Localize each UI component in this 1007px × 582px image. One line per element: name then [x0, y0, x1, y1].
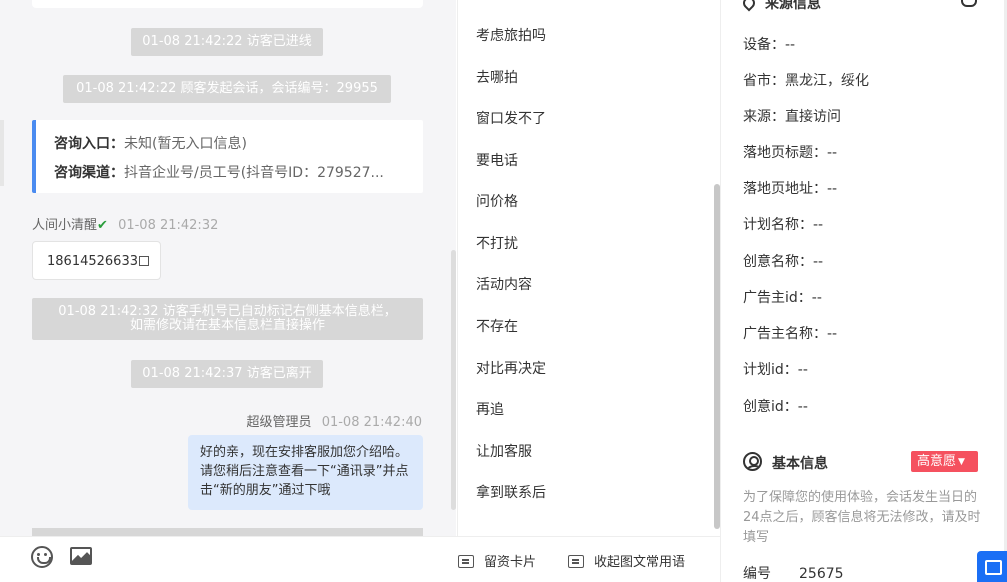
image-icon[interactable]	[70, 547, 92, 565]
agent-header: 超级管理员 01-08 21:42:40	[247, 411, 422, 430]
phrase-item[interactable]: 问价格	[476, 191, 518, 211]
phrase-item[interactable]: 考虑旅拍吗	[476, 25, 546, 45]
visitor-name: 人间小清醒	[32, 218, 98, 233]
source-section-title: 来源信息	[740, 0, 821, 13]
entry-label: 咨询入口：	[54, 136, 124, 152]
source-row: 计划名称：--	[743, 217, 824, 233]
phrase-item[interactable]: 让加客服	[476, 441, 532, 461]
app-root: 01-08 21:42:22 访客已进线 01-08 21:42:22 顾客发起…	[0, 0, 1007, 582]
source-row: 落地页地址：--	[743, 181, 838, 197]
emoji-icon[interactable]	[31, 546, 53, 568]
verified-check-icon: ✔	[97, 218, 108, 233]
customer-info-pane: 来源信息 设备：-- 省市：黑龙江，绥化 来源：直接访问 落地页标题：-- 落地…	[721, 0, 1007, 582]
source-row: 来源：直接访问	[743, 109, 841, 125]
location-icon	[740, 0, 758, 12]
customer-id-value: 25675	[799, 566, 844, 582]
system-message-line-1: 01-08 21:42:32 访客手机号已自动标记右侧基本信息栏，	[58, 304, 397, 319]
visitor-phone: 18614526633	[47, 254, 138, 269]
system-message-session-started: 01-08 21:42:22 顾客发起会话，会话编号：29955	[63, 75, 391, 103]
channel-label: 咨询渠道：	[54, 165, 124, 181]
lead-card-label: 留资卡片	[484, 555, 537, 570]
system-message-line-2: 如需修改请在基本信息栏直接操作	[129, 318, 325, 333]
phrase-item[interactable]: 拿到联系后	[476, 482, 546, 502]
basic-info-hint: 为了保障您的使用体验，会话发生当日的24点之后，顾客信息将无法修改，请及时填写	[743, 490, 981, 545]
phrase-item[interactable]: 活动内容	[476, 274, 532, 294]
phrase-item[interactable]: 对比再决定	[476, 358, 546, 378]
intent-badge[interactable]: 高意愿 ▼	[911, 451, 978, 472]
consult-info-card: 咨询入口：未知(暂无入口信息) 咨询渠道：抖音企业号/员工号(抖音号ID：279…	[32, 120, 423, 193]
shield-icon[interactable]	[961, 0, 977, 7]
source-row: 广告主名称：--	[743, 326, 838, 342]
source-row: 创意id：--	[743, 399, 808, 415]
phrase-item[interactable]: 再追	[476, 399, 504, 419]
source-row: 广告主id：--	[743, 290, 822, 306]
system-message-phone-marked: 01-08 21:42:32 访客手机号已自动标记右侧基本信息栏， 如需修改请在…	[32, 298, 423, 340]
previous-message-card	[32, 0, 423, 8]
agent-message: 好的亲，现在安排客服加您介绍哈。请您稍后注意查看一下“通讯录”并点击“新的朋友”…	[188, 435, 423, 510]
agent-name: 超级管理员	[246, 415, 312, 430]
phrase-item[interactable]: 不打扰	[476, 233, 518, 253]
source-row: 省市：黑龙江，绥化	[743, 73, 869, 89]
phrase-item[interactable]: 窗口发不了	[476, 108, 546, 128]
copy-icon[interactable]	[138, 256, 149, 266]
collapse-phrases-label: 收起图文常用语	[594, 555, 686, 570]
source-row: 计划id：--	[743, 362, 808, 378]
lead-card-button[interactable]: 留资卡片	[458, 551, 536, 570]
caret-down-icon: ▼	[958, 457, 965, 467]
system-message-visitor-joined: 01-08 21:42:22 访客已进线	[131, 28, 323, 56]
collapse-phrases-button[interactable]: 收起图文常用语	[568, 551, 685, 570]
card-icon	[568, 555, 584, 568]
quick-phrase-list: 考虑旅拍吗 去哪拍 窗口发不了 要电话 问价格 不打扰 活动内容 不存在 对比再…	[457, 0, 720, 536]
entry-value: 未知(暂无入口信息)	[124, 136, 247, 152]
channel-line: 咨询渠道：抖音企业号/员工号(抖音号ID：279527...	[54, 159, 423, 188]
phrase-item[interactable]: 要电话	[476, 150, 518, 170]
customer-id-label: 编号	[743, 566, 771, 582]
phrase-item[interactable]: 不存在	[476, 316, 518, 336]
visitor-time: 01-08 21:42:32	[118, 218, 219, 233]
intent-badge-label: 高意愿	[917, 454, 957, 469]
card-icon	[458, 555, 474, 568]
floating-message-icon[interactable]	[977, 551, 1007, 582]
agent-time: 01-08 21:42:40	[321, 415, 422, 430]
source-row: 设备：--	[743, 37, 796, 53]
chat-scrollbar[interactable]	[451, 250, 456, 510]
source-row: 创意名称：--	[743, 254, 824, 270]
customer-id-row: 编号 25675	[743, 563, 844, 582]
chat-pane: 01-08 21:42:22 访客已进线 01-08 21:42:22 顾客发起…	[0, 0, 456, 582]
system-message-visitor-left: 01-08 21:42:37 访客已离开	[131, 360, 323, 388]
chat-edge	[0, 120, 4, 186]
phrase-item[interactable]: 去哪拍	[476, 67, 518, 87]
chat-toolbar: 留资卡片 收起图文常用语	[0, 536, 720, 582]
basic-info-title: 基本信息	[772, 456, 828, 472]
entry-line: 咨询入口：未知(暂无入口信息)	[54, 130, 423, 159]
user-icon	[743, 452, 762, 471]
visitor-header: 人间小清醒✔ 01-08 21:42:32	[32, 214, 218, 233]
visitor-phone-message: 18614526633	[32, 241, 161, 280]
source-title-text: 来源信息	[765, 0, 821, 12]
source-row: 落地页标题：--	[743, 145, 838, 161]
channel-value: 抖音企业号/员工号(抖音号ID：279527...	[124, 165, 384, 181]
